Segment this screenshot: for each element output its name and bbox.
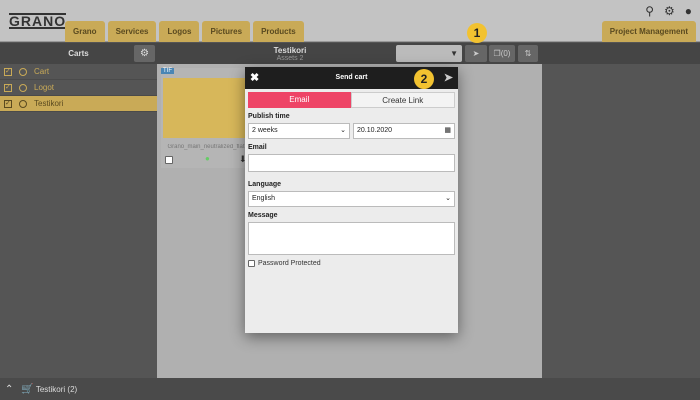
password-checkbox[interactable] (248, 260, 255, 267)
tab-create-link[interactable]: Create Link (350, 92, 455, 108)
step-badge-1: 1 (467, 23, 487, 43)
sidebar-item-logot[interactable]: ✓ Logot (0, 80, 157, 96)
cart-asset-count: Assets 2 (276, 55, 304, 62)
date-input[interactable]: 20.10.2020 ▦ (353, 123, 455, 139)
sidebar-item-label: Logot (34, 83, 55, 92)
sidebar-item-label: Cart (34, 67, 50, 76)
dialog-title: Send cart (335, 74, 368, 81)
gear-icon[interactable]: ⚙ (664, 4, 675, 18)
copy-icon: ❐ (493, 49, 501, 58)
status-ok-icon: ● (205, 154, 210, 163)
tab-grano[interactable]: Grano (65, 21, 105, 42)
asset-thumbnail[interactable] (163, 78, 249, 138)
gear-icon: ⚙ (140, 48, 149, 59)
check-icon[interactable]: ✓ (4, 99, 12, 108)
radio-selected-icon[interactable] (19, 99, 27, 108)
chevron-down-icon: ⌄ (445, 195, 451, 202)
radio-icon[interactable] (19, 67, 27, 76)
chevron-down-icon: ⌄ (340, 127, 346, 134)
step-badge-2: 2 (414, 69, 434, 89)
project-management-tab[interactable]: Project Management (601, 21, 696, 42)
sort-icon: ⇅ (524, 49, 532, 58)
filter-icon: ▼ (450, 49, 458, 58)
asset-card[interactable]: TIF Grano_main_neutralized_flat ● ⬇ (161, 68, 251, 168)
cart-sidebar: ✓ Cart ✓ Logot ✓ Testikori (0, 64, 157, 378)
tab-products[interactable]: Products (253, 21, 304, 42)
publish-time-select[interactable]: 2 weeks ⌄ (248, 123, 350, 139)
paper-plane-icon: ➤ (472, 49, 480, 58)
search-icon[interactable]: ⚲ (645, 4, 654, 18)
calendar-icon[interactable]: ▦ (444, 124, 451, 138)
cart-title: Testikori Assets 2 (250, 46, 330, 62)
cart-icon: 🛒 (21, 383, 34, 395)
tab-logos[interactable]: Logos (159, 21, 200, 42)
compare-count: (0) (500, 49, 511, 58)
language-value: English (252, 195, 275, 202)
grano-logo[interactable]: GRANO (9, 13, 67, 29)
toolbar: Carts ⚙ Testikori Assets 2 ▼ ➤ ❐(0) ⇅ (0, 43, 700, 64)
send-mode-tabs: Email Create Link (248, 92, 455, 108)
tab-services[interactable]: Services (107, 21, 157, 42)
publish-time-value: 2 weeks (252, 127, 278, 134)
filter-input[interactable]: ▼ (396, 45, 462, 62)
main-nav: Grano Services Logos Pictures Products (65, 21, 304, 42)
password-label: Password Protected (258, 260, 321, 267)
cart-name: Testikori (273, 46, 307, 55)
cart-settings-button[interactable]: ⚙ (134, 45, 155, 62)
file-type-badge: TIF (161, 68, 174, 74)
email-field[interactable] (248, 154, 455, 172)
close-icon[interactable]: ✖ (250, 67, 259, 89)
tab-pictures[interactable]: Pictures (202, 21, 251, 42)
language-select[interactable]: English ⌄ (248, 191, 455, 207)
sidebar-item-label: Testikori (34, 99, 64, 108)
bottom-bar: ⌃ 🛒 Testikori (2) (0, 378, 700, 400)
asset-checkbox[interactable] (165, 156, 173, 164)
check-icon[interactable]: ✓ (4, 67, 12, 76)
tab-email[interactable]: Email (248, 92, 351, 108)
message-label: Message (248, 212, 278, 219)
publish-time-label: Publish time (248, 113, 290, 120)
language-label: Language (248, 181, 282, 188)
asset-filename: Grano_main_neutralized_flat (167, 144, 245, 150)
message-textarea[interactable] (248, 222, 455, 255)
chevron-up-icon[interactable]: ⌃ (5, 384, 13, 395)
radio-icon[interactable] (19, 83, 27, 92)
password-protected-option[interactable]: Password Protected (248, 260, 455, 267)
send-cart-dialog: ✖ Send cart ➤ Email Create Link Publish … (245, 67, 458, 333)
footer-cart-label[interactable]: Testikori (2) (36, 385, 77, 394)
send-cart-button[interactable]: ➤ (465, 45, 487, 62)
sort-button[interactable]: ⇅ (518, 45, 538, 62)
compare-button[interactable]: ❐(0) (489, 45, 515, 62)
check-icon[interactable]: ✓ (4, 83, 12, 92)
email-label: Email (248, 144, 267, 151)
sidebar-item-testikori[interactable]: ✓ Testikori (0, 96, 157, 112)
top-header: GRANO Grano Services Logos Pictures Prod… (0, 0, 700, 42)
user-icon[interactable]: ● (685, 4, 692, 18)
date-value: 20.10.2020 (357, 127, 393, 134)
sidebar-item-cart[interactable]: ✓ Cart (0, 64, 157, 80)
paper-plane-icon[interactable]: ➤ (444, 67, 453, 89)
